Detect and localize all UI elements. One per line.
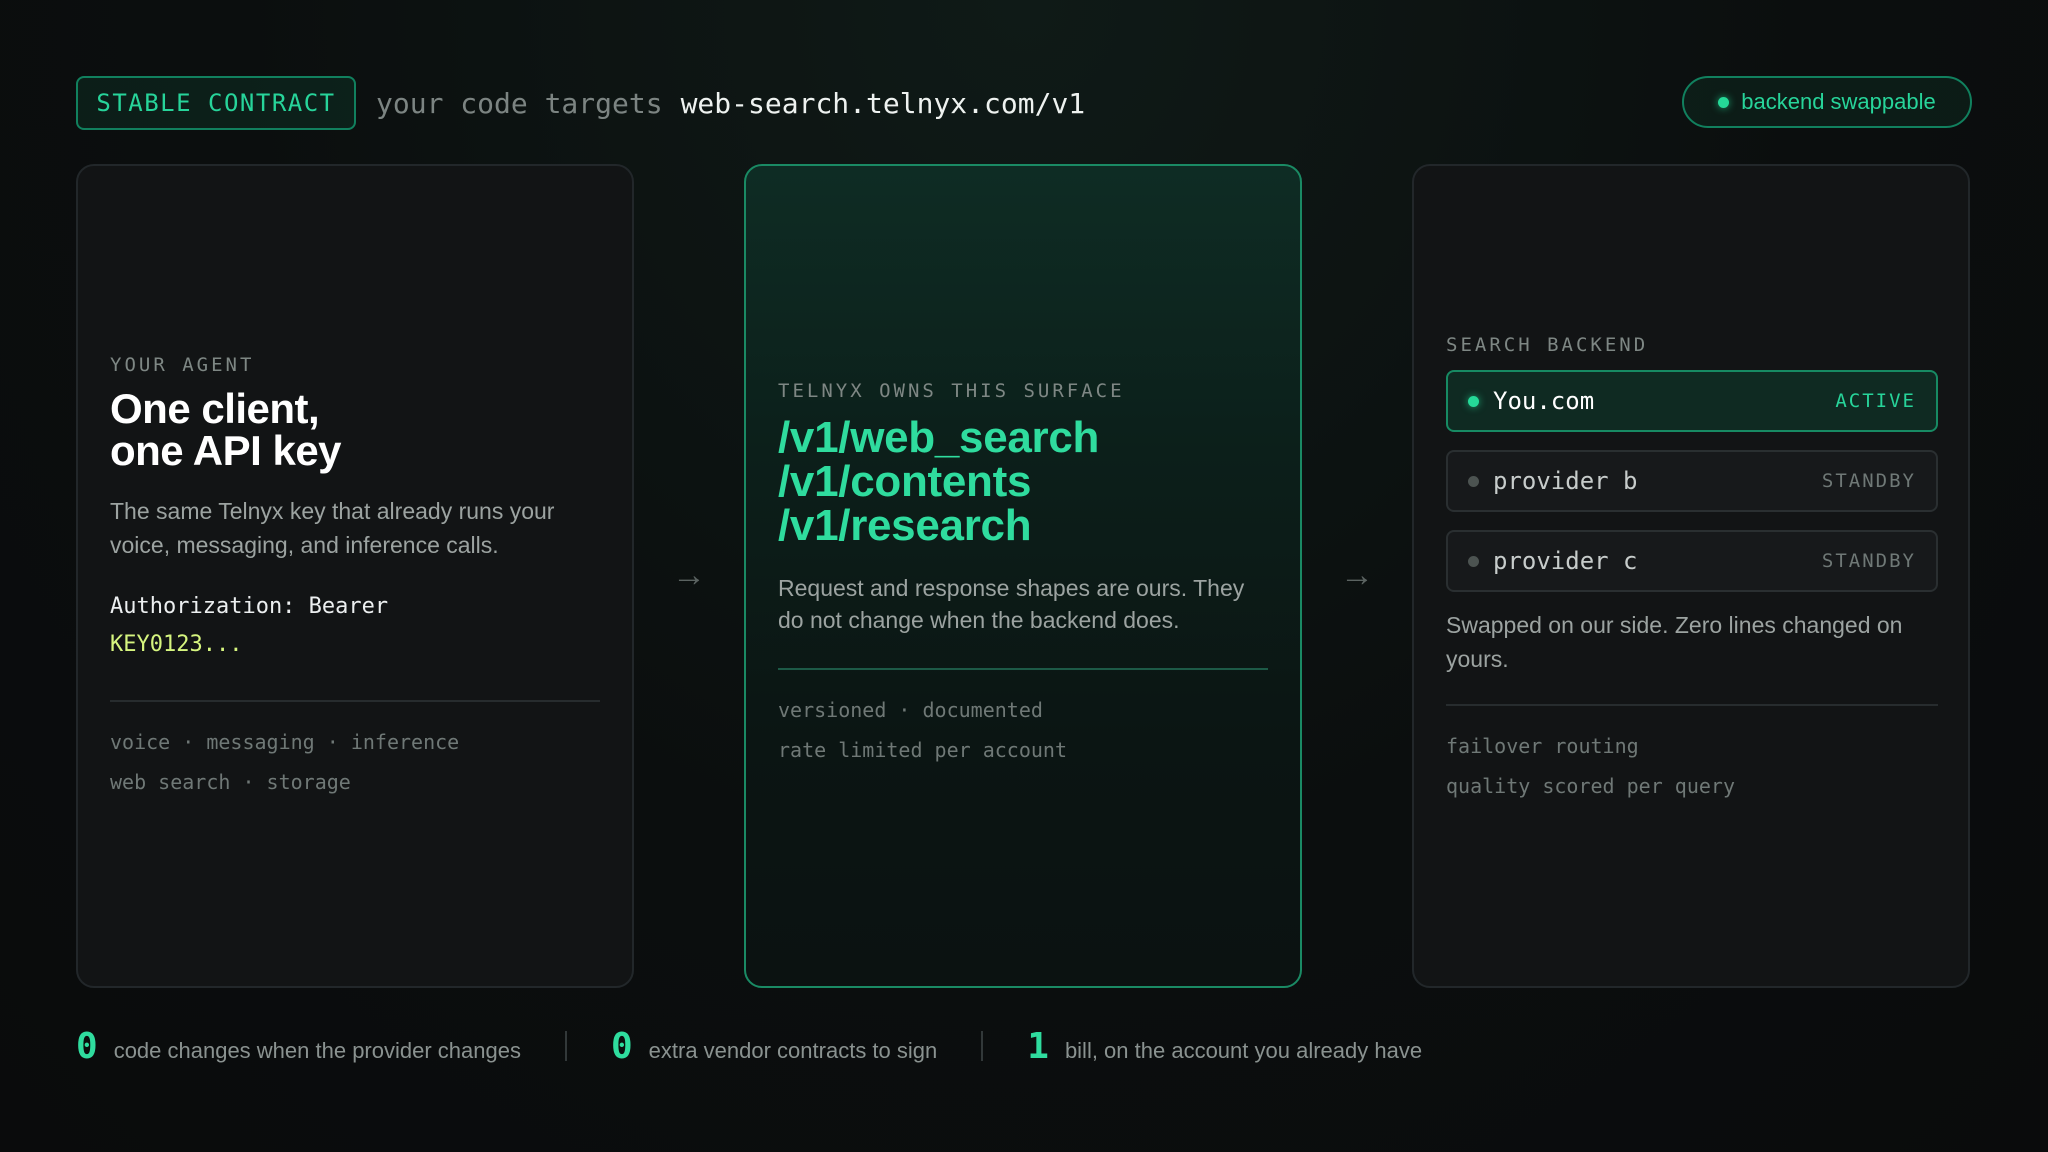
- standby-dot-icon: [1468, 475, 1479, 487]
- provider-name: You.com: [1493, 387, 1595, 415]
- backend-line-1: failover routing: [1446, 734, 1639, 758]
- header-prefix: your code targets: [376, 86, 663, 120]
- divider: [1446, 704, 1938, 706]
- backend-properties: failover routing quality scored per quer…: [1446, 726, 1938, 806]
- provider-row-b: provider b STANDBY: [1446, 450, 1938, 512]
- your-agent-description: The same Telnyx key that already runs yo…: [110, 498, 555, 558]
- arrow-right-icon: →: [1340, 556, 1374, 594]
- search-backend-description: Swapped on our side. Zero lines changed …: [1446, 612, 1903, 672]
- endpoint-research: /v1/research: [778, 501, 1032, 550]
- your-agent-card: YOUR AGENT One client, one API key The s…: [76, 164, 634, 988]
- your-agent-eyebrow: YOUR AGENT: [110, 354, 255, 376]
- search-backend-eyebrow: SEARCH BACKEND: [1446, 334, 1649, 356]
- provider-status: STANDBY: [1821, 550, 1916, 572]
- provider-row-youcom: You.com ACTIVE: [1446, 370, 1938, 432]
- header: STABLE CONTRACT your code targets web-se…: [76, 76, 1972, 130]
- backend-swappable-pill: backend swappable: [1682, 76, 1972, 128]
- capabilities-line-2: web search · storage: [110, 770, 351, 794]
- provider-name: provider b: [1493, 467, 1638, 495]
- stat-separator: [564, 1031, 567, 1061]
- header-target-line: your code targets web-search.telnyx.com/…: [376, 76, 1085, 130]
- provider-status: ACTIVE: [1835, 390, 1916, 412]
- your-agent-title: One client, one API key: [110, 388, 600, 472]
- auth-header-line: Authorization: Bearer: [110, 594, 389, 619]
- divider: [110, 700, 600, 702]
- standby-dot-icon: [1468, 555, 1479, 567]
- telnyx-surface-eyebrow: TELNYX OWNS THIS SURFACE: [778, 380, 1125, 402]
- stat-vendor-contracts: 0 extra vendor contracts to sign: [611, 1026, 937, 1067]
- active-dot-icon: [1468, 395, 1479, 407]
- endpoint-list: /v1/web_search /v1/contents /v1/research: [778, 416, 1268, 548]
- provider-list: You.com ACTIVE provider b STANDBY provid…: [1446, 370, 1938, 592]
- endpoint-contents: /v1/contents: [778, 457, 1032, 506]
- arrow-right-icon: →: [672, 556, 706, 594]
- stat-value: 0: [610, 1025, 633, 1067]
- telnyx-surface-card: TELNYX OWNS THIS SURFACE /v1/web_search …: [744, 164, 1302, 988]
- stat-separator: [981, 1031, 984, 1061]
- stat-code-changes: 0 code changes when the provider changes: [76, 1026, 521, 1067]
- agent-capabilities: voice · messaging · inference web search…: [110, 722, 600, 802]
- search-backend-card: SEARCH BACKEND You.com ACTIVE provider b…: [1412, 164, 1970, 988]
- backend-line-2: quality scored per query: [1446, 774, 1735, 798]
- header-url: web-search.telnyx.com/v1: [680, 86, 1086, 120]
- properties-line-2: rate limited per account: [778, 738, 1067, 762]
- surface-properties: versioned · documented rate limited per …: [778, 690, 1268, 770]
- divider: [778, 668, 1268, 670]
- stable-contract-badge: STABLE CONTRACT: [76, 76, 356, 130]
- title-line-2: one API key: [110, 427, 342, 474]
- properties-line-1: versioned · documented: [778, 698, 1043, 722]
- title-line-1: One client,: [110, 385, 320, 432]
- api-key-value: KEY0123...: [110, 632, 243, 657]
- stat-bill: 1 bill, on the account you already have: [1027, 1026, 1422, 1067]
- endpoint-web-search: /v1/web_search: [778, 413, 1100, 462]
- stat-value: 0: [76, 1025, 98, 1067]
- provider-row-c: provider c STANDBY: [1446, 530, 1938, 592]
- stat-label: bill, on the account you already have: [1064, 1037, 1423, 1063]
- telnyx-surface-description: Request and response shapes are ours. Th…: [778, 575, 1245, 633]
- status-dot-icon: [1718, 96, 1730, 108]
- stats-footer: 0 code changes when the provider changes…: [76, 1024, 1422, 1068]
- provider-status: STANDBY: [1821, 470, 1916, 492]
- auth-header-snippet: Authorization: Bearer KEY0123...: [110, 588, 600, 664]
- stat-value: 1: [1027, 1025, 1049, 1067]
- stat-label: extra vendor contracts to sign: [648, 1037, 938, 1063]
- stat-label: code changes when the provider changes: [113, 1037, 521, 1063]
- provider-name: provider c: [1493, 547, 1638, 575]
- backend-swappable-label: backend swappable: [1741, 89, 1936, 114]
- capabilities-line-1: voice · messaging · inference: [110, 730, 460, 754]
